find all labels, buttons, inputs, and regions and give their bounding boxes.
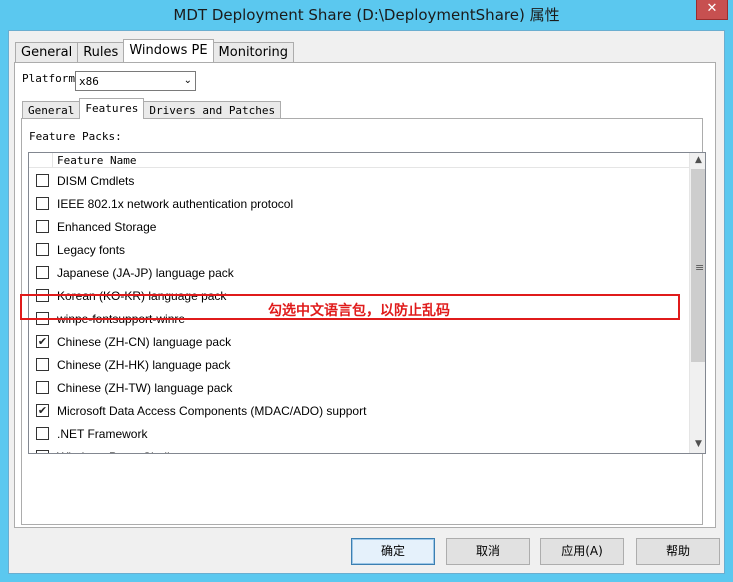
list-item-label: Japanese (JA-JP) language pack [57,266,234,280]
list-item-label: IEEE 802.1x network authentication proto… [57,197,294,211]
annotation-text: 勾选中文语言包，以防止乱码 [268,303,450,319]
ok-button[interactable]: 确定 [351,538,435,565]
chevron-down-icon: ⌄ [183,75,192,86]
checkbox[interactable] [36,197,49,210]
scroll-down-icon[interactable]: ▼ [690,437,705,452]
feature-packs-label: Feature Packs: [29,130,122,143]
list-item[interactable]: DISM Cmdlets [29,169,689,192]
list-item[interactable]: ✔ Chinese (ZH-CN) language pack [29,330,689,353]
list-item-label: DISM Cmdlets [57,174,135,188]
column-header-feature-name[interactable]: Feature Name [57,154,136,167]
list-item-label: Microsoft Data Access Components (MDAC/A… [57,404,367,418]
platform-value: x86 [79,75,99,88]
features-panel: Feature Packs: Feature Name DISM Cmdlets… [21,118,706,525]
checkmark-icon: ✔ [37,335,48,348]
scroll-thumb[interactable]: ≡ [691,169,705,362]
tab-windows-pe[interactable]: Windows PE [123,39,214,62]
checkbox[interactable] [36,243,49,256]
vertical-scrollbar[interactable]: ▲ ≡ ▼ [689,153,705,453]
list-item[interactable]: Enhanced Storage [29,215,689,238]
grip-icon: ≡ [695,261,705,274]
platform-label: Platform: [22,72,82,85]
outer-tab-strip: General Rules Windows PE Monitoring [15,39,295,62]
list-header: Feature Name [29,153,689,168]
checkbox-column-header[interactable] [29,153,53,168]
list-item-label: .NET Framework [57,427,148,441]
checkbox[interactable]: ✔ [36,404,49,417]
checkbox[interactable] [36,174,49,187]
list-item[interactable]: Windows PowerShell [29,445,689,453]
title-bar: MDT Deployment Share (D:\DeploymentShare… [0,0,733,30]
apply-button[interactable]: 应用(A) [540,538,624,565]
checkbox[interactable] [36,220,49,233]
checkbox[interactable] [36,450,49,453]
tab-pe-general[interactable]: General [22,101,81,119]
close-button[interactable]: ✕ [696,0,728,20]
list-item-label: Windows PowerShell [57,450,170,453]
list-item[interactable]: IEEE 802.1x network authentication proto… [29,192,689,215]
tab-features[interactable]: Features [79,98,145,119]
help-button[interactable]: 帮助 [636,538,720,565]
checkbox[interactable] [36,266,49,279]
checkbox[interactable] [36,358,49,371]
checkbox[interactable] [36,427,49,440]
list-item-label: Legacy fonts [57,243,126,257]
checkbox[interactable]: ✔ [36,335,49,348]
list-item[interactable]: Japanese (JA-JP) language pack [29,261,689,284]
tab-rules[interactable]: Rules [77,42,125,62]
list-item-label: Chinese (ZH-TW) language pack [57,381,233,395]
list-item-label: Enhanced Storage [57,220,157,234]
list-item[interactable]: Legacy fonts [29,238,689,261]
list-item-label: Chinese (ZH-CN) language pack [57,335,232,349]
tab-monitoring[interactable]: Monitoring [212,42,295,62]
list-item[interactable]: Chinese (ZH-TW) language pack [29,376,689,399]
checkmark-icon: ✔ [37,404,48,417]
inner-tab-strip: General Features Drivers and Patches [22,98,282,119]
window-title: MDT Deployment Share (D:\DeploymentShare… [173,6,560,24]
list-item[interactable]: .NET Framework [29,422,689,445]
list-item[interactable]: Chinese (ZH-HK) language pack [29,353,689,376]
scroll-up-icon[interactable]: ▲ [690,153,705,168]
tab-drivers-and-patches[interactable]: Drivers and Patches [143,101,282,119]
cancel-button[interactable]: 取消 [446,538,530,565]
checkbox[interactable] [36,381,49,394]
tab-general[interactable]: General [15,42,79,62]
list-item-label: Chinese (ZH-HK) language pack [57,358,231,372]
close-icon: ✕ [706,1,718,16]
platform-select[interactable]: x86 ⌄ [75,71,196,91]
list-item[interactable]: ✔ Microsoft Data Access Components (MDAC/… [29,399,689,422]
